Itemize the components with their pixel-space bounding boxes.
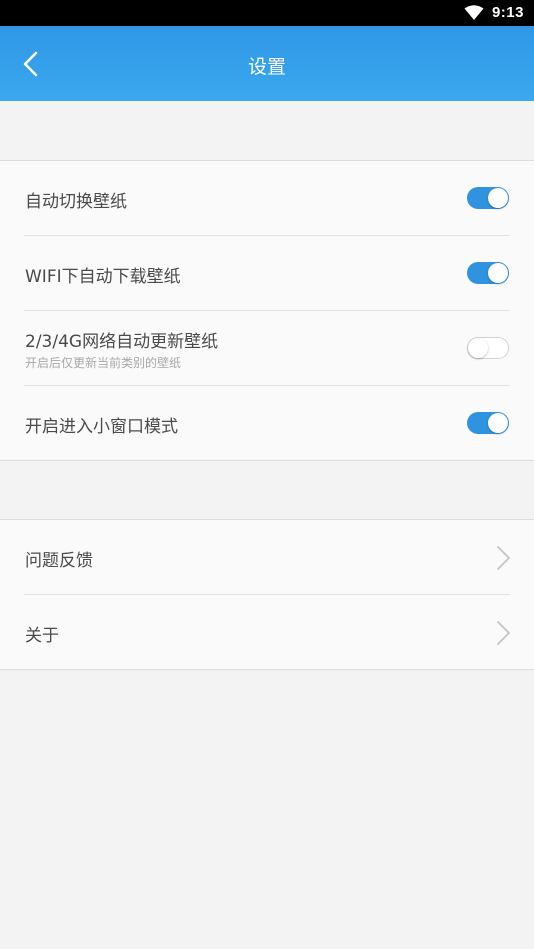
setting-label: 2/3/4G网络自动更新壁纸 bbox=[25, 332, 219, 352]
setting-row-mobile-network-update[interactable]: 2/3/4G网络自动更新壁纸 开启后仅更新当前类别的壁纸 bbox=[0, 311, 534, 386]
chevron-right-icon bbox=[497, 621, 510, 645]
settings-group: 自动切换壁纸 WIFI下自动下载壁纸 2/3/4G网络自动更新壁纸 开启后仅更新… bbox=[0, 160, 534, 461]
setting-label: 自动切换壁纸 bbox=[25, 192, 127, 212]
chevron-right-icon bbox=[497, 546, 510, 570]
toggle-knob bbox=[468, 338, 488, 358]
menu-item-feedback[interactable]: 问题反馈 bbox=[0, 520, 534, 595]
menu-item-label: 问题反馈 bbox=[25, 551, 93, 571]
toggle-knob bbox=[488, 263, 508, 283]
auto-switch-wallpaper-toggle[interactable] bbox=[467, 187, 509, 209]
toggle-knob bbox=[488, 413, 508, 433]
toggle-knob bbox=[488, 188, 508, 208]
setting-subtitle: 开启后仅更新当前类别的壁纸 bbox=[25, 356, 182, 370]
menu-item-about[interactable]: 关于 bbox=[0, 595, 534, 670]
status-time: 9:13 bbox=[491, 4, 524, 21]
mobile-network-update-toggle[interactable] bbox=[467, 337, 509, 359]
setting-label: 开启进入小窗口模式 bbox=[25, 417, 178, 437]
setting-label: WIFI下自动下载壁纸 bbox=[25, 267, 181, 287]
wifi-download-toggle[interactable] bbox=[467, 262, 509, 284]
setting-row-wifi-download[interactable]: WIFI下自动下载壁纸 bbox=[0, 236, 534, 311]
setting-row-small-window-mode[interactable]: 开启进入小窗口模式 bbox=[0, 386, 534, 461]
page-title: 设置 bbox=[247, 56, 286, 78]
setting-row-auto-switch-wallpaper[interactable]: 自动切换壁纸 bbox=[0, 161, 534, 236]
info-group: 问题反馈 关于 bbox=[0, 519, 534, 670]
toolbar: 设置 bbox=[0, 26, 534, 101]
menu-item-label: 关于 bbox=[25, 626, 59, 646]
wifi-icon bbox=[464, 5, 484, 20]
small-window-mode-toggle[interactable] bbox=[467, 412, 509, 434]
status-bar: 9:13 bbox=[0, 0, 534, 26]
